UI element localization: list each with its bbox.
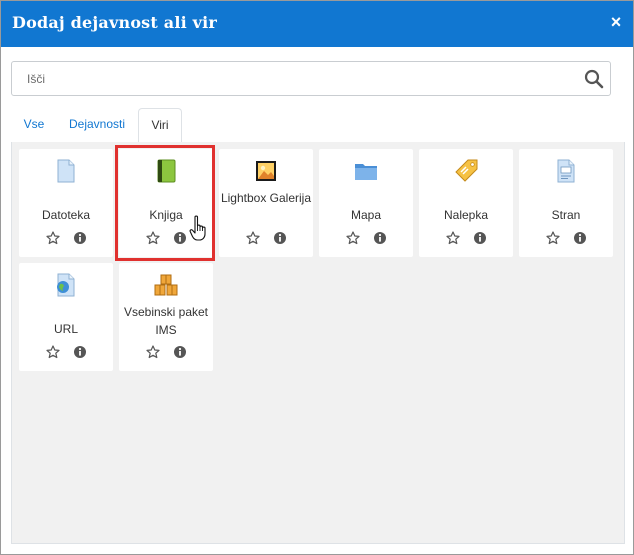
item-card-lightbox-galerija[interactable]: Lightbox Galerija bbox=[219, 149, 313, 257]
item-name: Lightbox Galerija bbox=[220, 191, 312, 205]
dialog-title: Dodaj dejavnost ali vir bbox=[12, 13, 218, 32]
item-name: URL bbox=[53, 322, 78, 336]
tab-activities[interactable]: Dejavnosti bbox=[59, 108, 135, 141]
add-activity-resource-dialog: Dodaj dejavnost ali vir × Vse Dejavnosti… bbox=[0, 0, 634, 555]
info-icon[interactable] bbox=[473, 231, 487, 245]
info-icon[interactable] bbox=[173, 231, 187, 245]
star-icon[interactable] bbox=[146, 345, 160, 359]
tab-resources[interactable]: Viri bbox=[138, 108, 182, 143]
file-icon bbox=[57, 159, 75, 183]
tab-all[interactable]: Vse bbox=[11, 108, 57, 141]
search-icon[interactable] bbox=[584, 69, 604, 89]
info-icon[interactable] bbox=[373, 231, 387, 245]
folder-icon bbox=[355, 164, 377, 180]
ims-package-icon bbox=[154, 274, 178, 296]
info-icon[interactable] bbox=[73, 345, 87, 359]
dialog-header: Dodaj dejavnost ali vir × bbox=[1, 1, 633, 47]
star-icon[interactable] bbox=[146, 231, 160, 245]
item-card-datoteka[interactable]: Datoteka bbox=[19, 149, 113, 257]
url-globe-icon bbox=[57, 273, 75, 297]
item-name: Mapa bbox=[350, 208, 382, 222]
lightbox-gallery-icon bbox=[256, 161, 276, 181]
tab-bar: Vse Dejavnosti Viri bbox=[11, 108, 623, 143]
info-icon[interactable] bbox=[573, 231, 587, 245]
item-name: Knjiga bbox=[149, 208, 183, 222]
info-icon[interactable] bbox=[273, 231, 287, 245]
label-tag-icon bbox=[455, 159, 478, 182]
star-icon[interactable] bbox=[446, 231, 460, 245]
item-name: Stran bbox=[551, 208, 581, 222]
item-name: Nalepka bbox=[443, 208, 489, 222]
close-icon: × bbox=[610, 12, 622, 32]
item-card-stran[interactable]: Stran bbox=[519, 149, 613, 257]
star-icon[interactable] bbox=[246, 231, 260, 245]
star-icon[interactable] bbox=[546, 231, 560, 245]
item-card-vsebinski-paket-ims[interactable]: Vsebinski paket IMS bbox=[119, 263, 213, 371]
item-card-url[interactable]: URL bbox=[19, 263, 113, 371]
close-button[interactable]: × bbox=[607, 12, 625, 32]
book-icon bbox=[157, 159, 176, 183]
item-name: Vsebinski paket IMS bbox=[123, 305, 209, 337]
star-icon[interactable] bbox=[346, 231, 360, 245]
page-icon bbox=[557, 159, 575, 183]
info-icon[interactable] bbox=[173, 345, 187, 359]
search-input[interactable] bbox=[12, 62, 587, 95]
search-box bbox=[11, 61, 611, 96]
item-name: Datoteka bbox=[41, 208, 91, 222]
info-icon[interactable] bbox=[73, 231, 87, 245]
star-icon[interactable] bbox=[46, 345, 60, 359]
item-card-knjiga[interactable]: Knjiga bbox=[119, 149, 213, 257]
resource-grid: Datoteka Knjiga Lightbox Galerija Mapa N… bbox=[11, 142, 625, 544]
item-card-nalepka[interactable]: Nalepka bbox=[419, 149, 513, 257]
item-card-mapa[interactable]: Mapa bbox=[319, 149, 413, 257]
star-icon[interactable] bbox=[46, 231, 60, 245]
